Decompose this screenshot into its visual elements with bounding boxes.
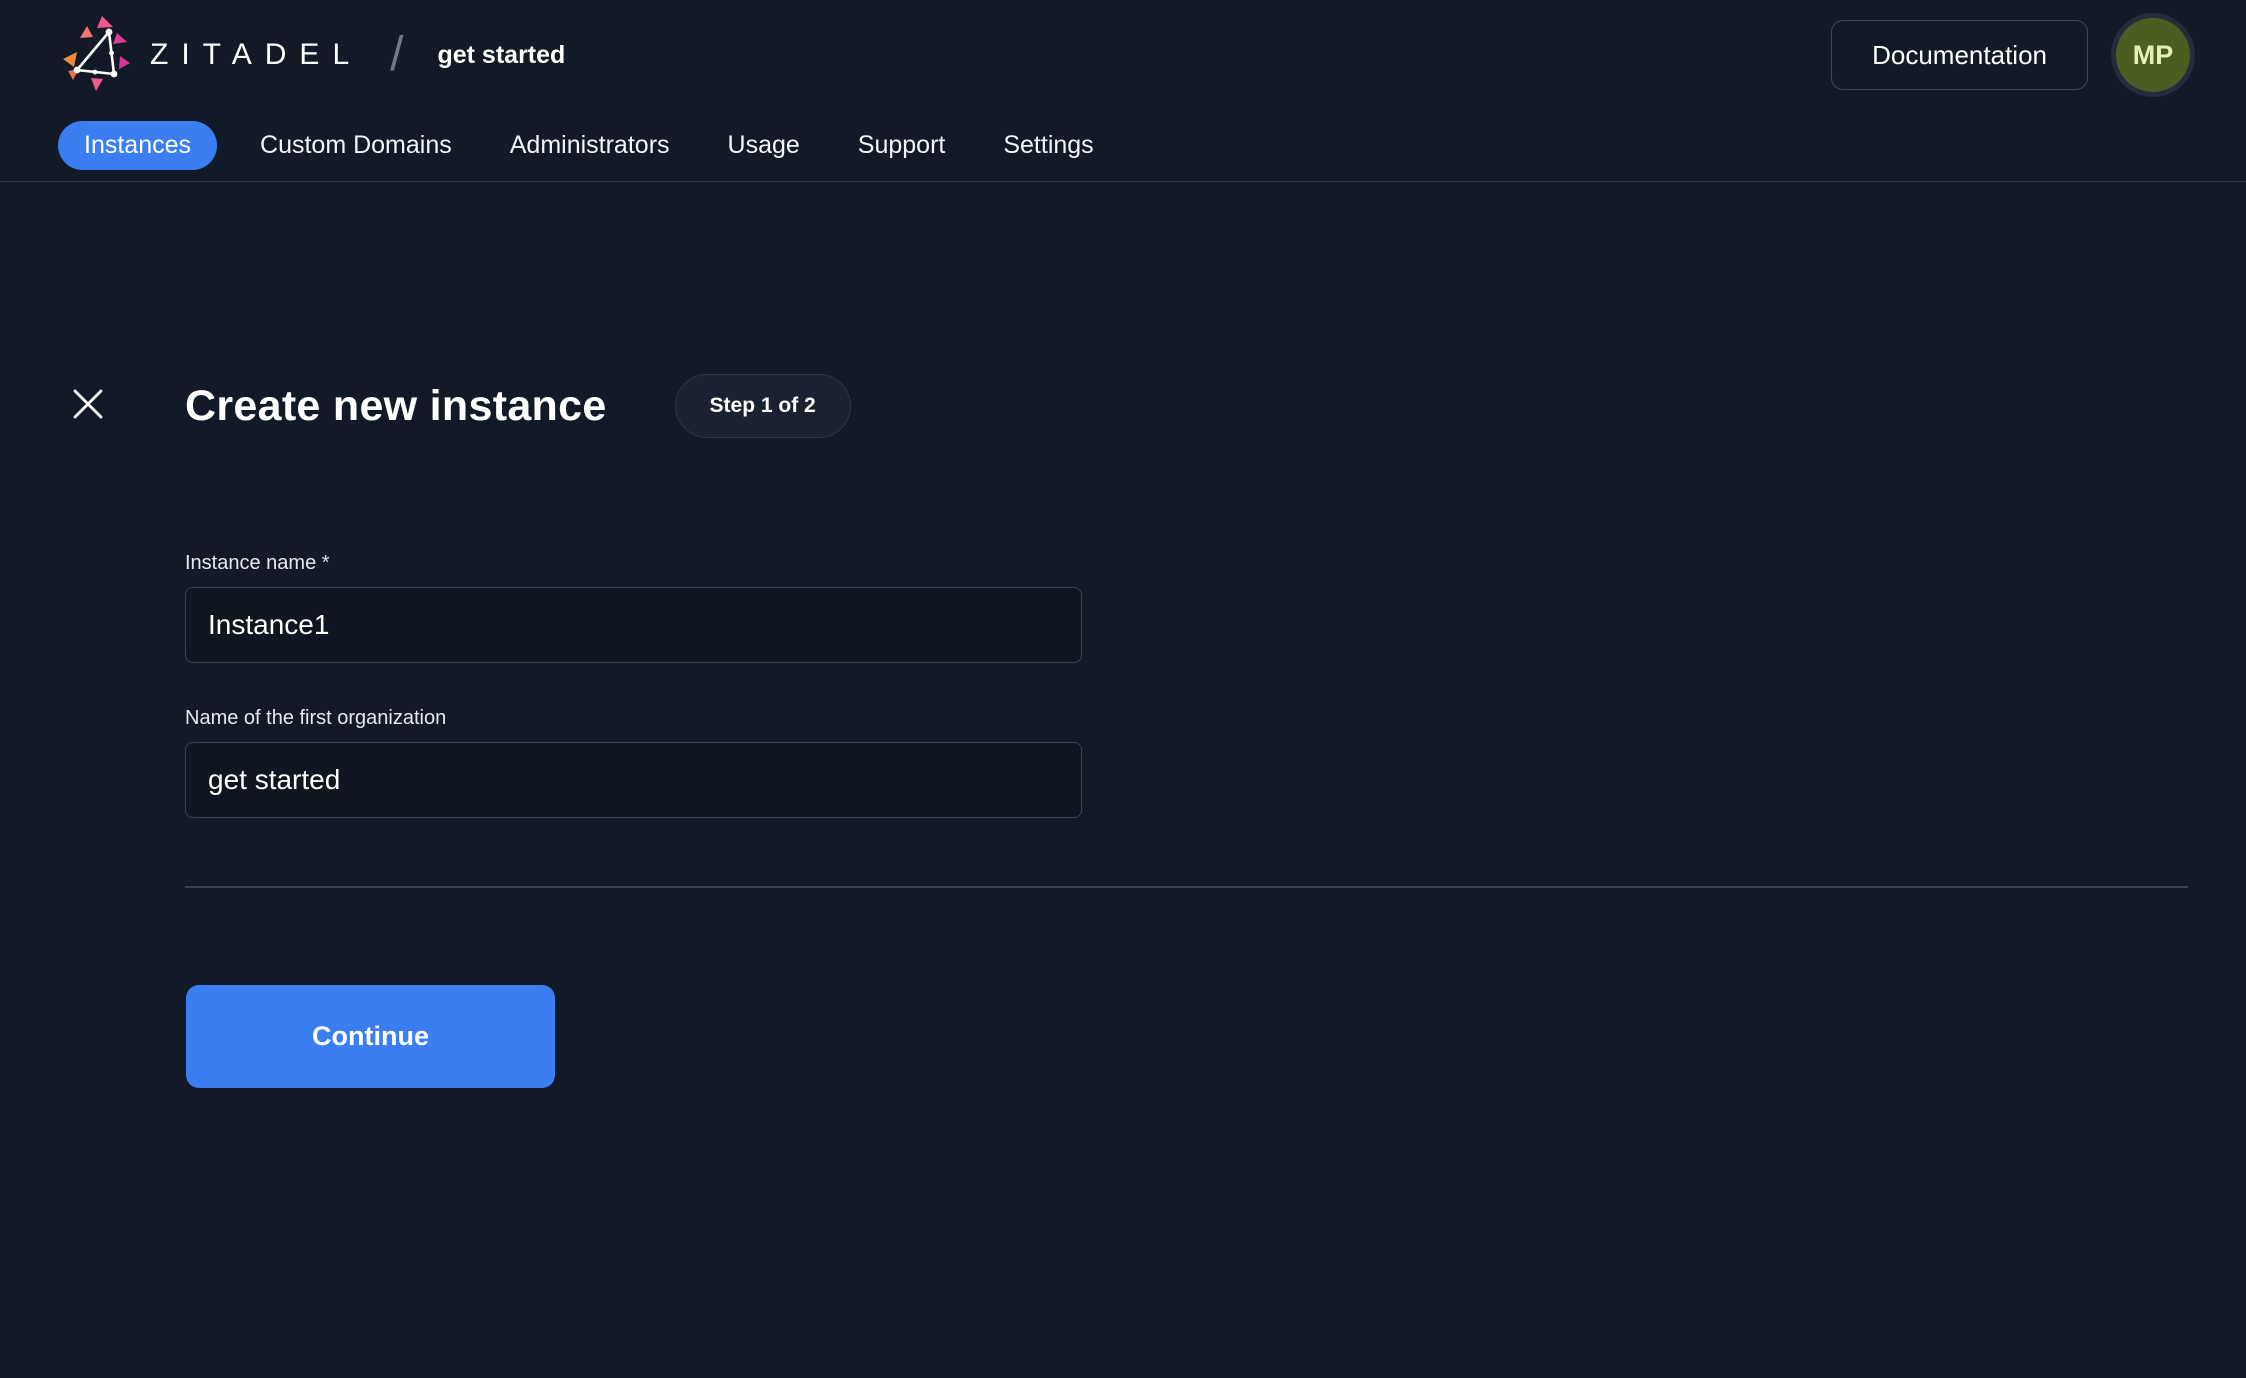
instance-name-input[interactable] bbox=[185, 587, 1082, 663]
organization-name-field: Name of the first organization bbox=[185, 705, 1082, 818]
tab-settings[interactable]: Settings bbox=[988, 121, 1108, 170]
close-icon bbox=[72, 388, 104, 420]
documentation-button[interactable]: Documentation bbox=[1831, 20, 2088, 90]
brand[interactable]: ZITADEL bbox=[60, 14, 362, 96]
step-badge: Step 1 of 2 bbox=[675, 374, 851, 438]
create-instance-form: Instance name * Name of the first organi… bbox=[185, 550, 1082, 818]
form-divider bbox=[185, 886, 2188, 888]
organization-name-input[interactable] bbox=[185, 742, 1082, 818]
breadcrumb-separator: / bbox=[390, 31, 403, 79]
tab-instances[interactable]: Instances bbox=[58, 121, 217, 170]
tab-administrators[interactable]: Administrators bbox=[495, 121, 685, 170]
main-nav: Instances Custom Domains Administrators … bbox=[0, 110, 2246, 182]
wizard-header: Create new instance Step 1 of 2 bbox=[185, 374, 851, 438]
avatar[interactable]: MP bbox=[2116, 18, 2190, 92]
tab-custom-domains[interactable]: Custom Domains bbox=[245, 121, 467, 170]
instance-name-field: Instance name * bbox=[185, 550, 1082, 663]
tab-support[interactable]: Support bbox=[843, 121, 961, 170]
organization-name-label: Name of the first organization bbox=[185, 705, 1082, 731]
zitadel-logo-icon bbox=[60, 14, 134, 96]
close-button[interactable] bbox=[64, 380, 112, 428]
instance-name-label: Instance name * bbox=[185, 550, 1082, 576]
header: ZITADEL / get started Documentation MP bbox=[0, 0, 2246, 110]
continue-button[interactable]: Continue bbox=[186, 985, 555, 1088]
tab-usage[interactable]: Usage bbox=[713, 121, 815, 170]
breadcrumb[interactable]: get started bbox=[437, 41, 565, 70]
page-title: Create new instance bbox=[185, 382, 607, 431]
brand-wordmark: ZITADEL bbox=[150, 38, 362, 72]
header-actions: Documentation MP bbox=[1831, 18, 2196, 92]
